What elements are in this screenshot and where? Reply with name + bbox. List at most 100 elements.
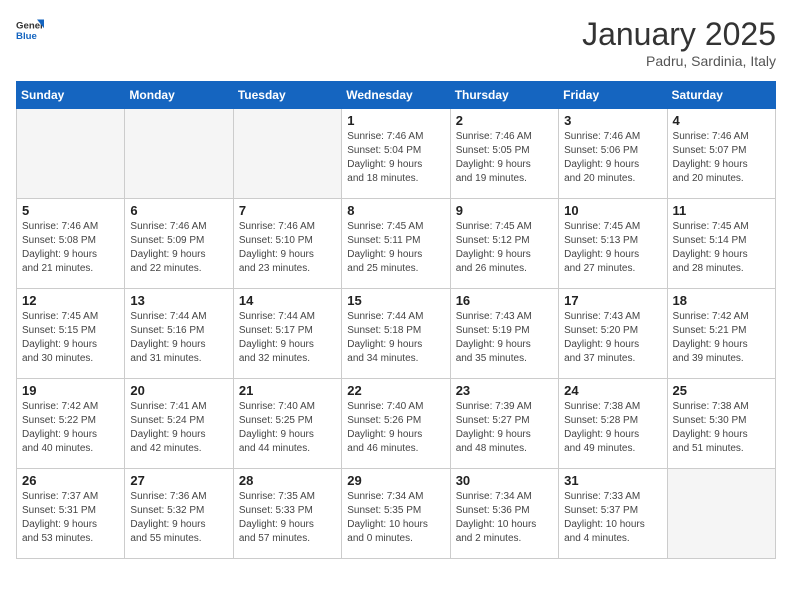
day-number: 24 (564, 383, 661, 398)
day-info: Sunrise: 7:33 AM Sunset: 5:37 PM Dayligh… (564, 490, 661, 546)
day-info: Sunrise: 7:45 AM Sunset: 5:13 PM Dayligh… (564, 220, 661, 276)
day-info: Sunrise: 7:43 AM Sunset: 5:19 PM Dayligh… (456, 310, 553, 366)
day-info: Sunrise: 7:44 AM Sunset: 5:17 PM Dayligh… (239, 310, 336, 366)
calendar-cell: 27 Sunrise: 7:36 AM Sunset: 5:32 PM Dayli… (125, 469, 233, 559)
day-info: Sunrise: 7:36 AM Sunset: 5:32 PM Dayligh… (130, 490, 227, 546)
day-info: Sunrise: 7:46 AM Sunset: 5:08 PM Dayligh… (22, 220, 119, 276)
day-number: 11 (673, 203, 770, 218)
day-number: 12 (22, 293, 119, 308)
day-info: Sunrise: 7:46 AM Sunset: 5:06 PM Dayligh… (564, 130, 661, 186)
day-number: 22 (347, 383, 444, 398)
day-info: Sunrise: 7:38 AM Sunset: 5:28 PM Dayligh… (564, 400, 661, 456)
day-number: 19 (22, 383, 119, 398)
calendar-cell: 14 Sunrise: 7:44 AM Sunset: 5:17 PM Dayli… (233, 289, 341, 379)
day-number: 27 (130, 473, 227, 488)
calendar-cell: 30 Sunrise: 7:34 AM Sunset: 5:36 PM Dayli… (450, 469, 558, 559)
day-info: Sunrise: 7:46 AM Sunset: 5:09 PM Dayligh… (130, 220, 227, 276)
day-number: 28 (239, 473, 336, 488)
day-info: Sunrise: 7:34 AM Sunset: 5:35 PM Dayligh… (347, 490, 444, 546)
calendar-cell: 7Sunrise: 7:46 AM Sunset: 5:10 PM Daylig… (233, 199, 341, 289)
day-number: 25 (673, 383, 770, 398)
day-info: Sunrise: 7:40 AM Sunset: 5:25 PM Dayligh… (239, 400, 336, 456)
calendar-cell: 23Sunrise: 7:39 AM Sunset: 5:27 PM Dayli… (450, 379, 558, 469)
calendar-cell: 24 Sunrise: 7:38 AM Sunset: 5:28 PM Dayli… (559, 379, 667, 469)
weekday-header-row: SundayMondayTuesdayWednesdayThursdayFrid… (17, 82, 776, 109)
day-info: Sunrise: 7:46 AM Sunset: 5:05 PM Dayligh… (456, 130, 553, 186)
calendar-cell (233, 109, 341, 199)
title-area: January 2025 Padru, Sardinia, Italy (582, 16, 776, 69)
weekday-header-wednesday: Wednesday (342, 82, 450, 109)
day-number: 3 (564, 113, 661, 128)
weekday-header-thursday: Thursday (450, 82, 558, 109)
day-number: 10 (564, 203, 661, 218)
calendar-cell (17, 109, 125, 199)
day-info: Sunrise: 7:45 AM Sunset: 5:11 PM Dayligh… (347, 220, 444, 276)
calendar-cell: 21 Sunrise: 7:40 AM Sunset: 5:25 PM Dayli… (233, 379, 341, 469)
day-number: 13 (130, 293, 227, 308)
day-number: 26 (22, 473, 119, 488)
day-info: Sunrise: 7:45 AM Sunset: 5:15 PM Dayligh… (22, 310, 119, 366)
calendar-table: SundayMondayTuesdayWednesdayThursdayFrid… (16, 81, 776, 559)
day-info: Sunrise: 7:35 AM Sunset: 5:33 PM Dayligh… (239, 490, 336, 546)
day-info: Sunrise: 7:46 AM Sunset: 5:07 PM Dayligh… (673, 130, 770, 186)
calendar-cell: 31 Sunrise: 7:33 AM Sunset: 5:37 PM Dayli… (559, 469, 667, 559)
day-info: Sunrise: 7:41 AM Sunset: 5:24 PM Dayligh… (130, 400, 227, 456)
day-number: 7 (239, 203, 336, 218)
day-number: 31 (564, 473, 661, 488)
day-number: 1 (347, 113, 444, 128)
day-number: 9 (456, 203, 553, 218)
calendar-cell: 12 Sunrise: 7:45 AM Sunset: 5:15 PM Dayli… (17, 289, 125, 379)
day-number: 4 (673, 113, 770, 128)
calendar-cell: 19 Sunrise: 7:42 AM Sunset: 5:22 PM Dayli… (17, 379, 125, 469)
day-info: Sunrise: 7:45 AM Sunset: 5:12 PM Dayligh… (456, 220, 553, 276)
logo-icon: General Blue (16, 16, 44, 44)
day-number: 18 (673, 293, 770, 308)
day-number: 15 (347, 293, 444, 308)
calendar-cell: 2 Sunrise: 7:46 AM Sunset: 5:05 PM Daylig… (450, 109, 558, 199)
month-title: January 2025 (582, 16, 776, 53)
calendar-cell: 20Sunrise: 7:41 AM Sunset: 5:24 PM Dayli… (125, 379, 233, 469)
calendar-cell: 4 Sunrise: 7:46 AM Sunset: 5:07 PM Daylig… (667, 109, 775, 199)
week-row-1: 1 Sunrise: 7:46 AM Sunset: 5:04 PM Daylig… (17, 109, 776, 199)
calendar-cell: 1 Sunrise: 7:46 AM Sunset: 5:04 PM Daylig… (342, 109, 450, 199)
week-row-2: 5 Sunrise: 7:46 AM Sunset: 5:08 PM Daylig… (17, 199, 776, 289)
day-number: 14 (239, 293, 336, 308)
calendar-cell: 15 Sunrise: 7:44 AM Sunset: 5:18 PM Dayli… (342, 289, 450, 379)
day-number: 21 (239, 383, 336, 398)
calendar-cell: 16Sunrise: 7:43 AM Sunset: 5:19 PM Dayli… (450, 289, 558, 379)
calendar-cell: 17 Sunrise: 7:43 AM Sunset: 5:20 PM Dayli… (559, 289, 667, 379)
day-info: Sunrise: 7:40 AM Sunset: 5:26 PM Dayligh… (347, 400, 444, 456)
calendar-cell: 6Sunrise: 7:46 AM Sunset: 5:09 PM Daylig… (125, 199, 233, 289)
weekday-header-monday: Monday (125, 82, 233, 109)
day-info: Sunrise: 7:46 AM Sunset: 5:04 PM Dayligh… (347, 130, 444, 186)
calendar-cell: 22 Sunrise: 7:40 AM Sunset: 5:26 PM Dayli… (342, 379, 450, 469)
day-number: 29 (347, 473, 444, 488)
calendar-cell: 13 Sunrise: 7:44 AM Sunset: 5:16 PM Dayli… (125, 289, 233, 379)
header: General Blue January 2025 Padru, Sardini… (16, 16, 776, 69)
day-info: Sunrise: 7:42 AM Sunset: 5:22 PM Dayligh… (22, 400, 119, 456)
calendar-cell: 11 Sunrise: 7:45 AM Sunset: 5:14 PM Dayli… (667, 199, 775, 289)
day-number: 30 (456, 473, 553, 488)
day-info: Sunrise: 7:44 AM Sunset: 5:18 PM Dayligh… (347, 310, 444, 366)
day-number: 2 (456, 113, 553, 128)
weekday-header-tuesday: Tuesday (233, 82, 341, 109)
week-row-5: 26 Sunrise: 7:37 AM Sunset: 5:31 PM Dayli… (17, 469, 776, 559)
day-info: Sunrise: 7:34 AM Sunset: 5:36 PM Dayligh… (456, 490, 553, 546)
calendar-cell: 26 Sunrise: 7:37 AM Sunset: 5:31 PM Dayli… (17, 469, 125, 559)
calendar-cell: 29 Sunrise: 7:34 AM Sunset: 5:35 PM Dayli… (342, 469, 450, 559)
week-row-3: 12 Sunrise: 7:45 AM Sunset: 5:15 PM Dayli… (17, 289, 776, 379)
day-number: 5 (22, 203, 119, 218)
location-subtitle: Padru, Sardinia, Italy (582, 53, 776, 69)
calendar-cell: 5 Sunrise: 7:46 AM Sunset: 5:08 PM Daylig… (17, 199, 125, 289)
calendar-cell: 3 Sunrise: 7:46 AM Sunset: 5:06 PM Daylig… (559, 109, 667, 199)
day-info: Sunrise: 7:43 AM Sunset: 5:20 PM Dayligh… (564, 310, 661, 366)
day-info: Sunrise: 7:44 AM Sunset: 5:16 PM Dayligh… (130, 310, 227, 366)
calendar-cell: 10 Sunrise: 7:45 AM Sunset: 5:13 PM Dayli… (559, 199, 667, 289)
calendar-cell (125, 109, 233, 199)
day-info: Sunrise: 7:45 AM Sunset: 5:14 PM Dayligh… (673, 220, 770, 276)
day-info: Sunrise: 7:37 AM Sunset: 5:31 PM Dayligh… (22, 490, 119, 546)
day-number: 17 (564, 293, 661, 308)
weekday-header-friday: Friday (559, 82, 667, 109)
calendar-cell: 9 Sunrise: 7:45 AM Sunset: 5:12 PM Daylig… (450, 199, 558, 289)
calendar-cell: 8Sunrise: 7:45 AM Sunset: 5:11 PM Daylig… (342, 199, 450, 289)
